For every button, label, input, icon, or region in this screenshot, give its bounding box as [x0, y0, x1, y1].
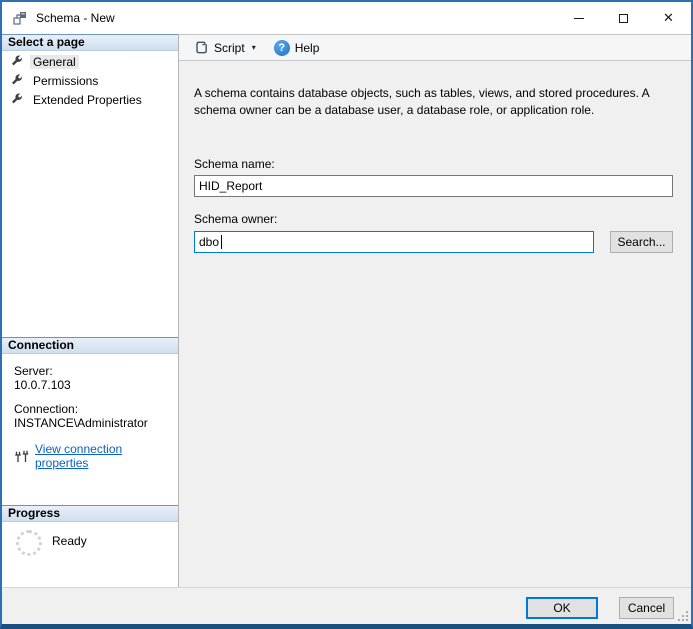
sidebar-item-general[interactable]: General [2, 53, 178, 70]
view-connection-properties-row: View connection properties [14, 442, 178, 470]
progress-header: Progress [2, 505, 178, 522]
wrench-icon [11, 93, 24, 106]
script-button[interactable]: Script ▾ [189, 37, 261, 59]
progress-body: Ready [2, 522, 178, 556]
progress-status: Ready [52, 534, 87, 556]
connection-label: Connection: [14, 402, 178, 416]
select-page-section: Select a page General Permissions [2, 34, 178, 337]
search-button[interactable]: Search... [610, 231, 673, 253]
schema-name-label: Schema name: [194, 157, 673, 171]
ok-button[interactable]: OK [526, 597, 598, 619]
sidebar-item-permissions[interactable]: Permissions [2, 72, 178, 89]
schema-owner-label: Schema owner: [194, 212, 673, 226]
connection-value: INSTANCE\Administrator [14, 416, 178, 430]
cancel-button[interactable]: Cancel [619, 597, 674, 619]
connection-body: Server: 10.0.7.103 Connection: INSTANCE\… [2, 354, 178, 470]
sidebar-item-label: Extended Properties [30, 93, 145, 107]
schema-owner-input[interactable] [194, 231, 594, 253]
progress-spinner-icon [16, 530, 42, 556]
schema-icon [12, 10, 28, 26]
maximize-icon [619, 14, 628, 23]
minimize-button[interactable] [556, 2, 601, 34]
text-caret [221, 235, 222, 249]
progress-section: Progress Ready [2, 505, 178, 587]
connection-header: Connection [2, 337, 178, 354]
help-label: Help [295, 41, 320, 55]
server-label: Server: [14, 364, 178, 378]
resize-grip[interactable] [678, 611, 688, 621]
wrench-icon [11, 55, 24, 68]
select-page-header: Select a page [2, 34, 178, 51]
schema-description: A schema contains database objects, such… [194, 85, 673, 119]
connection-properties-icon [14, 450, 29, 463]
connection-section: Connection Server: 10.0.7.103 Connection… [2, 337, 178, 505]
sidebar-item-extended-properties[interactable]: Extended Properties [2, 91, 178, 108]
maximize-button[interactable] [601, 2, 646, 34]
schema-new-dialog: Schema - New ✕ Select a page General [0, 0, 693, 629]
chevron-down-icon[interactable]: ▾ [252, 43, 256, 52]
script-icon [194, 40, 209, 55]
script-label: Script [214, 41, 245, 55]
sidebar-item-label: Permissions [30, 74, 101, 88]
title-bar: Schema - New ✕ [2, 2, 691, 34]
footer-bar: OK Cancel [2, 587, 691, 624]
schema-owner-row: Search... [194, 231, 673, 253]
main-panel: Script ▾ ? Help A schema contains databa… [179, 34, 691, 587]
help-button[interactable]: ? Help [269, 37, 325, 59]
help-icon: ? [274, 40, 290, 56]
sidebar: Select a page General Permissions [2, 34, 179, 587]
view-connection-properties-link[interactable]: View connection properties [35, 442, 178, 470]
window-title: Schema - New [36, 11, 115, 25]
toolbar: Script ▾ ? Help [179, 34, 691, 61]
content-area: A schema contains database objects, such… [179, 61, 691, 587]
minimize-icon [574, 18, 584, 19]
dialog-body: Select a page General Permissions [2, 34, 691, 587]
close-button[interactable]: ✕ [646, 2, 691, 34]
window-controls: ✕ [556, 2, 691, 34]
close-icon: ✕ [663, 10, 674, 26]
server-value: 10.0.7.103 [14, 378, 178, 392]
sidebar-item-label: General [30, 55, 79, 69]
schema-name-input[interactable] [194, 175, 673, 197]
wrench-icon [11, 74, 24, 87]
